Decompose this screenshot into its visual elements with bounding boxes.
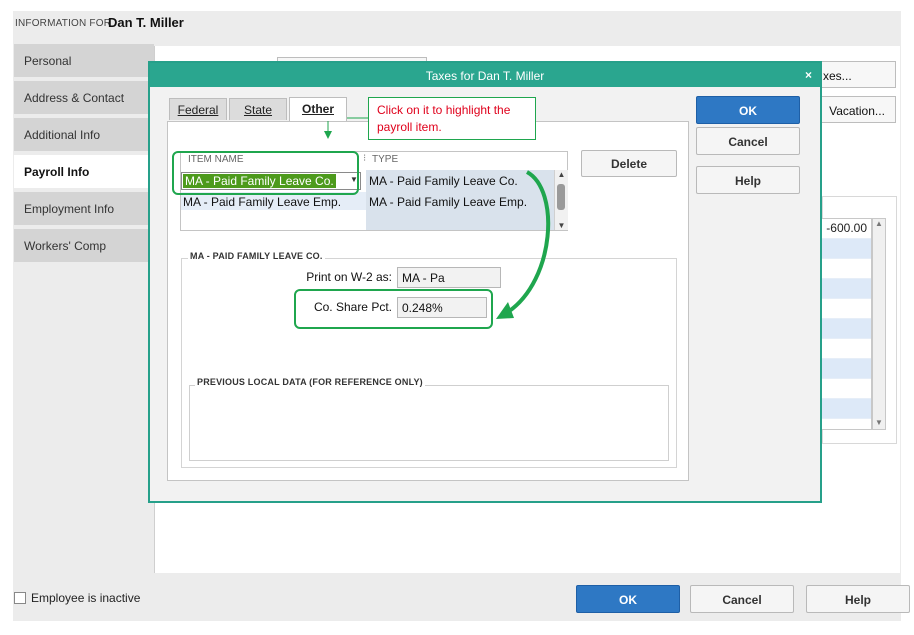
highlight-share-box	[294, 289, 493, 329]
type-cell: MA - Paid Family Leave Emp.	[369, 195, 528, 209]
grid-row	[821, 339, 871, 359]
nav-label: Payroll Info	[24, 165, 90, 179]
scroll-down-icon[interactable]: ▼	[555, 221, 568, 230]
tab-label: Federal	[177, 103, 219, 117]
help-button[interactable]: Help	[806, 585, 910, 613]
employee-inactive-row[interactable]: Employee is inactive	[14, 591, 140, 605]
ok-button[interactable]: OK	[576, 585, 680, 613]
prev-data-title: PREVIOUS LOCAL DATA (FOR REFERENCE ONLY)	[195, 377, 425, 387]
vacation-button[interactable]: Vacation...	[818, 96, 896, 123]
delete-button[interactable]: Delete	[581, 150, 677, 177]
grid-row	[821, 359, 871, 379]
col-type: TYPE	[372, 154, 399, 165]
nav-label: Workers' Comp	[24, 239, 107, 253]
tab-label: State	[243, 103, 273, 117]
print-w2-label: Print on W-2 as:	[306, 270, 392, 284]
earnings-grid: -600.00	[820, 218, 872, 430]
type-cell: MA - Paid Family Leave Co.	[369, 174, 518, 188]
tab-federal[interactable]: Federal	[169, 98, 227, 120]
nav-personal[interactable]: Personal	[14, 44, 154, 79]
cancel-button[interactable]: Cancel	[690, 585, 794, 613]
nav-label: Personal	[24, 54, 72, 68]
scroll-down-icon[interactable]: ▼	[873, 418, 885, 427]
tab-label: Other	[301, 102, 334, 116]
inactive-label: Employee is inactive	[31, 591, 141, 605]
employee-name: Dan T. Miller	[108, 15, 184, 30]
inactive-checkbox[interactable]	[14, 592, 26, 604]
nav-label: Employment Info	[24, 202, 115, 216]
col-divider: ⁝	[363, 153, 367, 164]
annotation-callout: Click on it to highlight the payroll ite…	[368, 97, 536, 140]
dialog-ok-button[interactable]: OK	[696, 96, 800, 124]
nav-address-contact[interactable]: Address & Contact	[14, 81, 154, 116]
dialog-help-button[interactable]: Help	[696, 166, 800, 194]
scroll-up-icon[interactable]: ▲	[555, 170, 568, 179]
item-cell[interactable]: MA - Paid Family Leave Emp.	[183, 195, 341, 209]
tab-other[interactable]: Other	[289, 97, 347, 121]
taxes-button-label: xes...	[823, 69, 852, 83]
highlight-item-box	[172, 151, 359, 195]
dialog-title: Taxes for Dan T. Miller	[150, 63, 820, 87]
print-w2-field[interactable]: MA - Pa	[397, 267, 501, 288]
grid-row	[821, 379, 871, 399]
vacation-button-label: Vacation...	[829, 104, 885, 118]
nav-additional-info[interactable]: Additional Info	[14, 118, 154, 153]
grid-value: -600.00	[821, 219, 871, 239]
tab-state[interactable]: State	[229, 98, 287, 120]
grid-row	[821, 299, 871, 319]
grid-row	[821, 319, 871, 339]
dialog-cancel-button[interactable]: Cancel	[696, 127, 800, 155]
nav-employment-info[interactable]: Employment Info	[14, 192, 154, 227]
grid-scrollbar[interactable]: ▲ ▼	[872, 218, 886, 430]
nav-label: Additional Info	[24, 128, 101, 142]
scroll-thumb[interactable]	[557, 184, 565, 210]
nav-payroll-info[interactable]: Payroll Info	[14, 155, 154, 190]
nav-label: Address & Contact	[24, 91, 125, 105]
close-icon[interactable]: ×	[805, 68, 812, 82]
previous-local-data-box	[189, 385, 669, 461]
grid-row	[821, 259, 871, 279]
nav-workers-comp[interactable]: Workers' Comp	[14, 229, 154, 264]
grid-row	[821, 279, 871, 299]
info-for-label: INFORMATION FOR	[15, 18, 112, 29]
taxes-button[interactable]: xes...	[818, 61, 896, 88]
section-title: MA - PAID FAMILY LEAVE CO.	[188, 251, 325, 261]
grid-row	[821, 399, 871, 419]
scroll-up-icon[interactable]: ▲	[873, 219, 885, 228]
grid-row	[821, 239, 871, 259]
